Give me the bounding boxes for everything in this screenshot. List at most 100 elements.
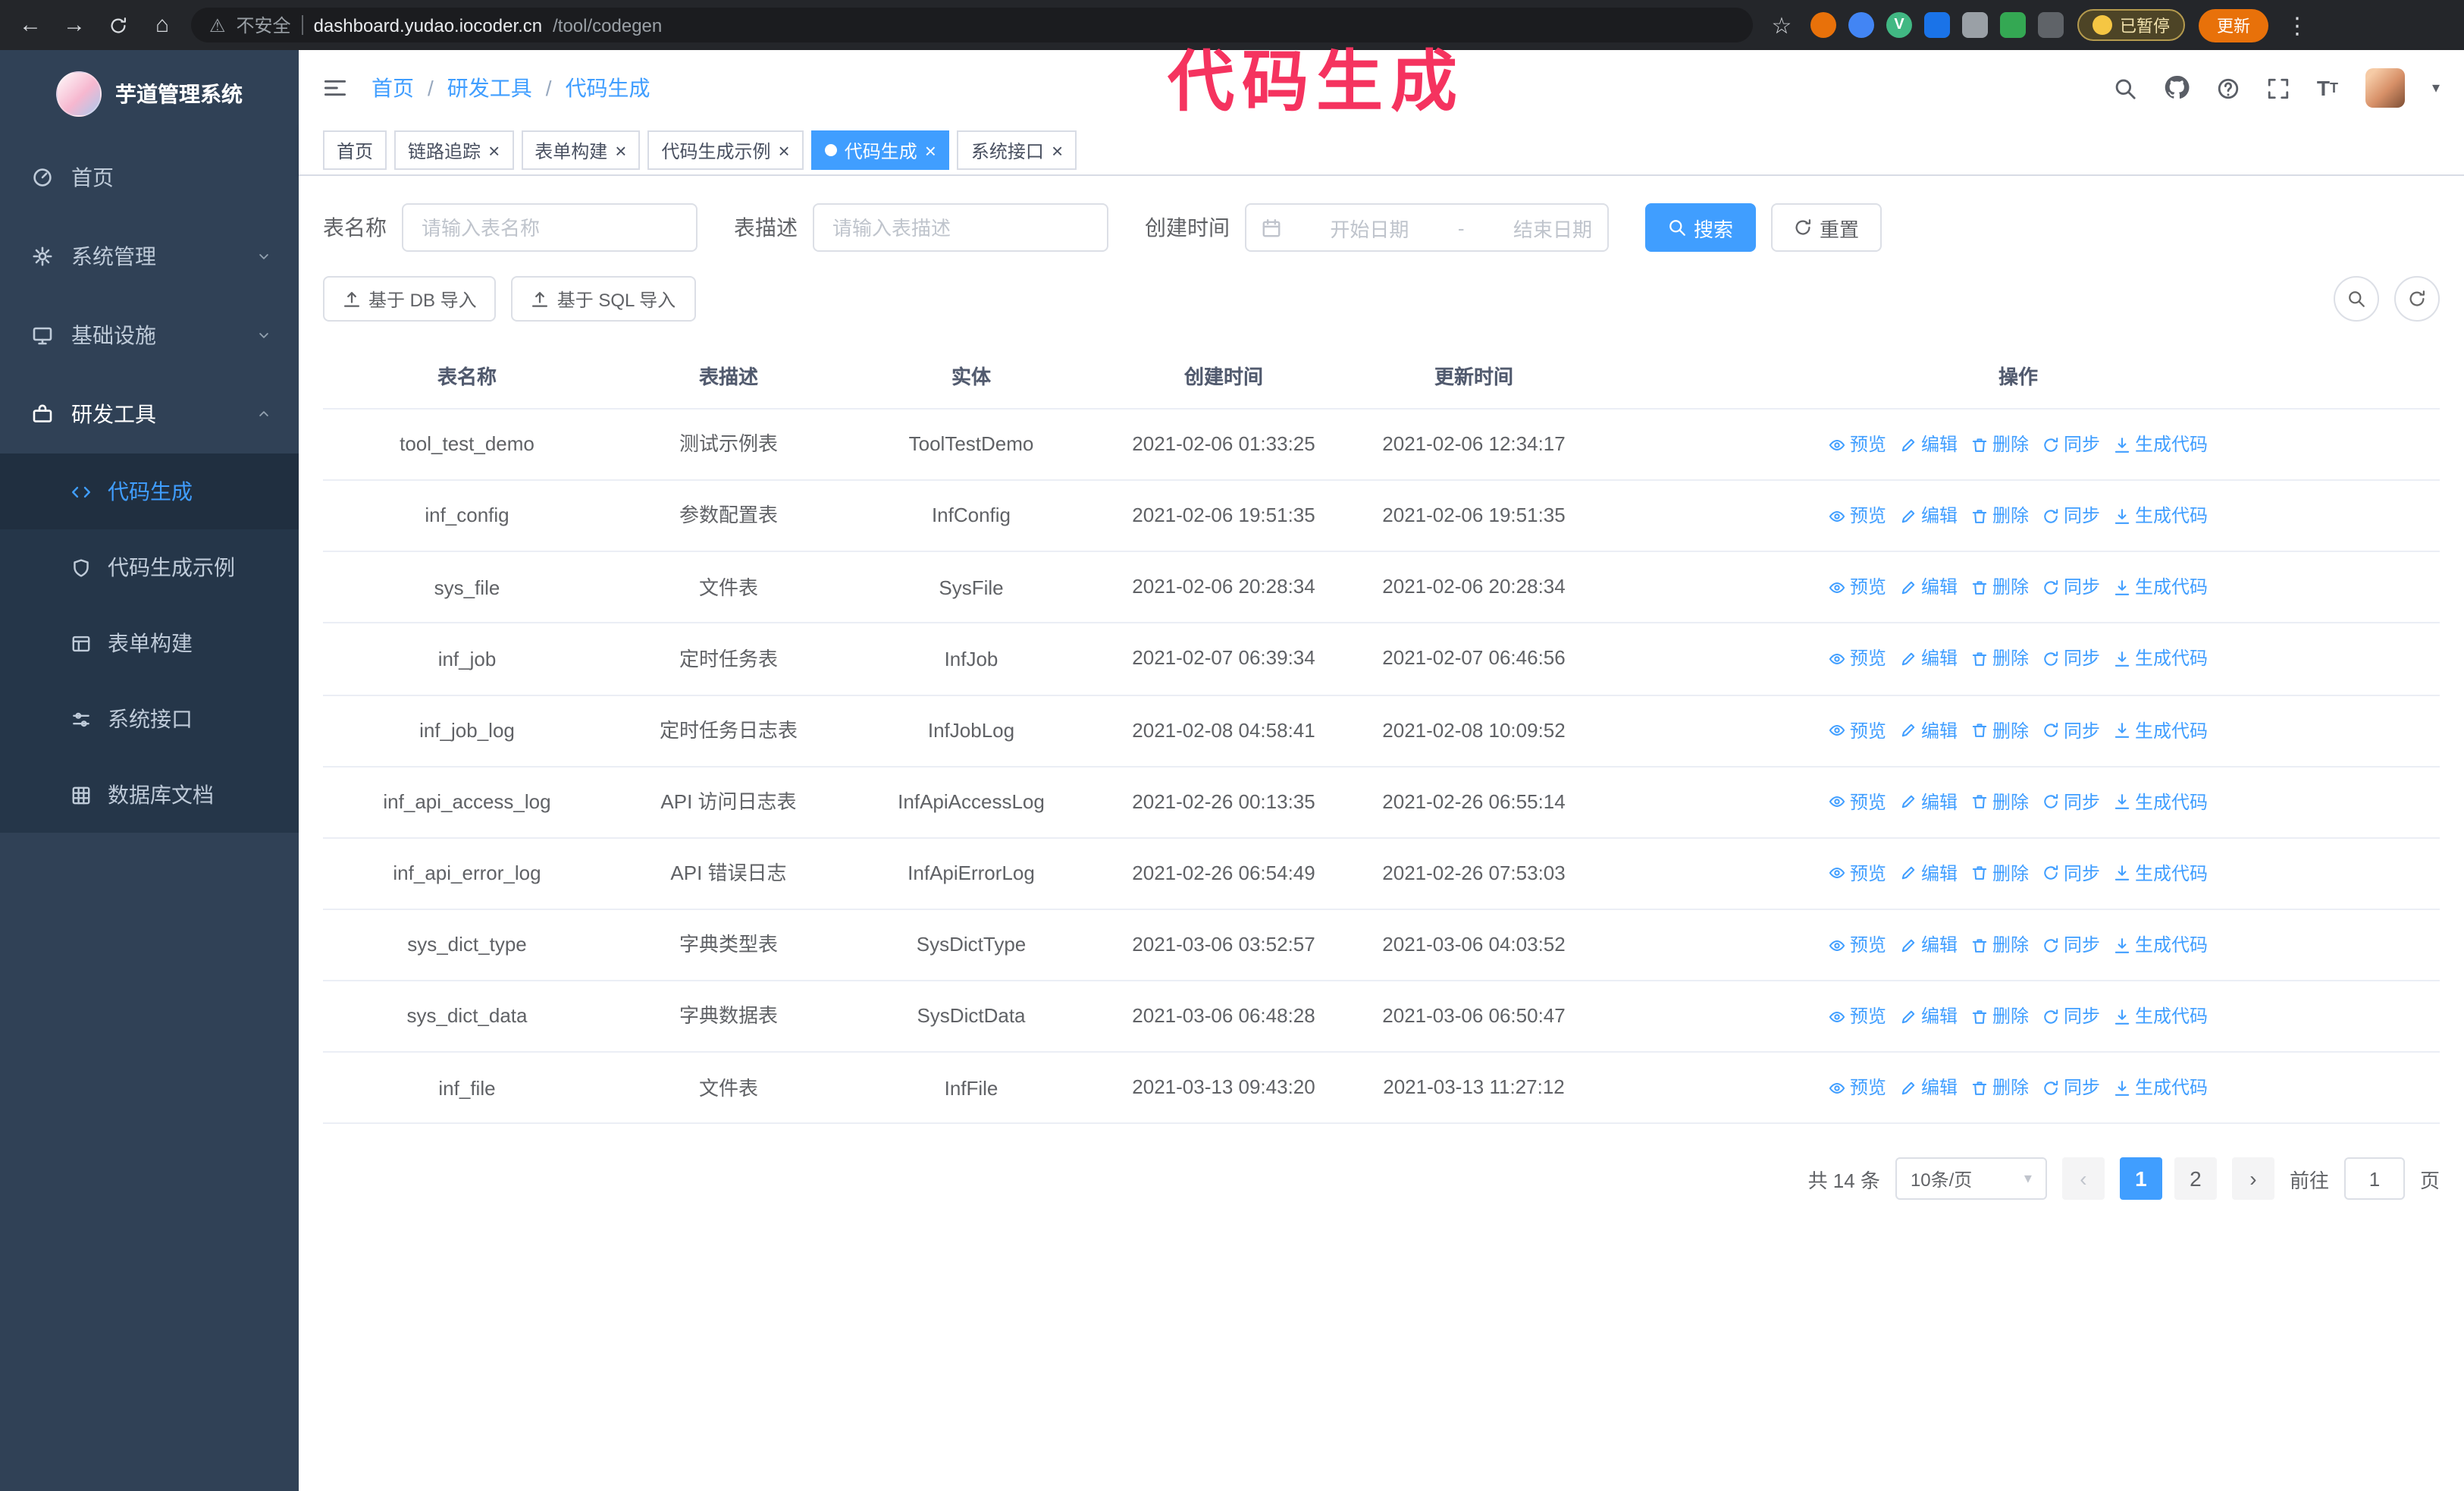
- goto-page-input[interactable]: [2343, 1157, 2405, 1201]
- edit-link[interactable]: 编辑: [1900, 717, 1958, 744]
- sync-link[interactable]: 同步: [2042, 1003, 2100, 1030]
- tab-close-icon[interactable]: ×: [488, 140, 500, 160]
- edit-link[interactable]: 编辑: [1900, 1075, 1958, 1102]
- refresh-button[interactable]: [2394, 276, 2440, 322]
- start-date-placeholder[interactable]: 开始日期: [1330, 213, 1409, 242]
- delete-link[interactable]: 删除: [1971, 502, 2029, 529]
- create-time-range-picker[interactable]: 开始日期 - 结束日期: [1245, 203, 1609, 252]
- end-date-placeholder[interactable]: 结束日期: [1513, 213, 1592, 242]
- generate-code-link[interactable]: 生成代码: [2114, 431, 2208, 458]
- sidebar-item-codegen[interactable]: 代码生成: [0, 454, 299, 529]
- delete-link[interactable]: 删除: [1971, 645, 2029, 673]
- generate-code-link[interactable]: 生成代码: [2114, 860, 2208, 887]
- edit-link[interactable]: 编辑: [1900, 789, 1958, 816]
- profile-paused-chip[interactable]: 已暂停: [2077, 9, 2185, 41]
- preview-link[interactable]: 预览: [1829, 717, 1886, 744]
- next-page-button[interactable]: ›: [2231, 1157, 2274, 1201]
- edit-link[interactable]: 编辑: [1900, 645, 1958, 673]
- tab-codegen[interactable]: 代码生成 ×: [810, 130, 950, 170]
- generate-code-link[interactable]: 生成代码: [2114, 1075, 2208, 1102]
- reset-button[interactable]: 重置: [1771, 203, 1882, 252]
- breadcrumb-item[interactable]: 代码生成: [566, 73, 650, 103]
- edit-link[interactable]: 编辑: [1900, 860, 1958, 887]
- delete-link[interactable]: 删除: [1971, 1003, 2029, 1030]
- sync-link[interactable]: 同步: [2042, 789, 2100, 816]
- delete-link[interactable]: 删除: [1971, 431, 2029, 458]
- generate-code-link[interactable]: 生成代码: [2114, 1003, 2208, 1030]
- extension-orange-icon[interactable]: [1810, 12, 1836, 38]
- sync-link[interactable]: 同步: [2042, 931, 2100, 959]
- sidebar-item-form-builder[interactable]: 表单构建: [0, 605, 299, 681]
- generate-code-link[interactable]: 生成代码: [2114, 717, 2208, 744]
- fullscreen-icon[interactable]: [2267, 77, 2290, 99]
- app-logo[interactable]: 芋道管理系统: [0, 50, 299, 138]
- delete-link[interactable]: 删除: [1971, 717, 2029, 744]
- edit-link[interactable]: 编辑: [1900, 574, 1958, 601]
- breadcrumb-item[interactable]: 首页: [371, 73, 414, 103]
- browser-menu-icon[interactable]: ⋮: [2282, 10, 2312, 40]
- tab-close-icon[interactable]: ×: [615, 140, 626, 160]
- sidebar-item-db-doc[interactable]: 数据库文档: [0, 757, 299, 833]
- browser-update-button[interactable]: 更新: [2199, 8, 2268, 42]
- import-sql-button[interactable]: 基于 SQL 导入: [511, 276, 696, 322]
- page-1-button[interactable]: 1: [2119, 1157, 2162, 1201]
- sync-link[interactable]: 同步: [2042, 645, 2100, 673]
- sidebar-item-devtools[interactable]: 研发工具: [0, 375, 299, 454]
- delete-link[interactable]: 删除: [1971, 789, 2029, 816]
- preview-link[interactable]: 预览: [1829, 574, 1886, 601]
- extension-blue-icon[interactable]: [1848, 12, 1874, 38]
- delete-link[interactable]: 删除: [1971, 1075, 2029, 1102]
- back-icon[interactable]: ←: [15, 10, 45, 40]
- preview-link[interactable]: 预览: [1829, 502, 1886, 529]
- delete-link[interactable]: 删除: [1971, 931, 2029, 959]
- vue-devtools-icon[interactable]: V: [1886, 12, 1912, 38]
- generate-code-link[interactable]: 生成代码: [2114, 789, 2208, 816]
- github-icon[interactable]: [2163, 75, 2190, 102]
- edit-link[interactable]: 编辑: [1900, 502, 1958, 529]
- sidebar-item-system[interactable]: 系统管理: [0, 217, 299, 296]
- table-desc-input[interactable]: [813, 203, 1108, 252]
- page-size-select[interactable]: 10条/页 ▾: [1895, 1157, 2047, 1201]
- extension-grey-icon[interactable]: [1962, 12, 1988, 38]
- generate-code-link[interactable]: 生成代码: [2114, 502, 2208, 529]
- extension-people-icon[interactable]: [1924, 12, 1950, 38]
- sidebar-item-system-api[interactable]: 系统接口: [0, 681, 299, 757]
- search-button[interactable]: 搜索: [1645, 203, 1757, 252]
- delete-link[interactable]: 删除: [1971, 860, 2029, 887]
- sync-link[interactable]: 同步: [2042, 502, 2100, 529]
- reload-icon[interactable]: [103, 10, 133, 40]
- delete-link[interactable]: 删除: [1971, 574, 2029, 601]
- preview-link[interactable]: 预览: [1829, 1075, 1886, 1102]
- preview-link[interactable]: 预览: [1829, 789, 1886, 816]
- edit-link[interactable]: 编辑: [1900, 931, 1958, 959]
- preview-link[interactable]: 预览: [1829, 931, 1886, 959]
- preview-link[interactable]: 预览: [1829, 1003, 1886, 1030]
- tab-form-builder[interactable]: 表单构建 ×: [521, 130, 641, 170]
- generate-code-link[interactable]: 生成代码: [2114, 645, 2208, 673]
- extension-green-icon[interactable]: [2000, 12, 2026, 38]
- preview-link[interactable]: 预览: [1829, 645, 1886, 673]
- bookmark-star-icon[interactable]: ☆: [1766, 10, 1797, 40]
- font-size-icon[interactable]: TT: [2317, 76, 2338, 100]
- tab-close-icon[interactable]: ×: [925, 140, 936, 160]
- preview-link[interactable]: 预览: [1829, 431, 1886, 458]
- user-menu-caret-icon[interactable]: ▾: [2432, 80, 2440, 96]
- extension-puzzle-icon[interactable]: [2038, 12, 2064, 38]
- edit-link[interactable]: 编辑: [1900, 431, 1958, 458]
- help-icon[interactable]: [2217, 77, 2240, 99]
- forward-icon[interactable]: →: [59, 10, 89, 40]
- table-name-input[interactable]: [402, 203, 698, 252]
- sync-link[interactable]: 同步: [2042, 1075, 2100, 1102]
- user-avatar[interactable]: [2365, 68, 2405, 108]
- sidebar-item-home[interactable]: 首页: [0, 138, 299, 217]
- tab-system-api[interactable]: 系统接口 ×: [957, 130, 1077, 170]
- search-icon[interactable]: [2113, 77, 2136, 99]
- home-icon[interactable]: ⌂: [147, 10, 177, 40]
- tab-close-icon[interactable]: ×: [1052, 140, 1063, 160]
- import-db-button[interactable]: 基于 DB 导入: [323, 276, 497, 322]
- sync-link[interactable]: 同步: [2042, 717, 2100, 744]
- page-2-button[interactable]: 2: [2174, 1157, 2217, 1201]
- prev-page-button[interactable]: ‹: [2061, 1157, 2105, 1201]
- toggle-search-button[interactable]: [2334, 276, 2379, 322]
- breadcrumb-item[interactable]: 研发工具: [447, 73, 532, 103]
